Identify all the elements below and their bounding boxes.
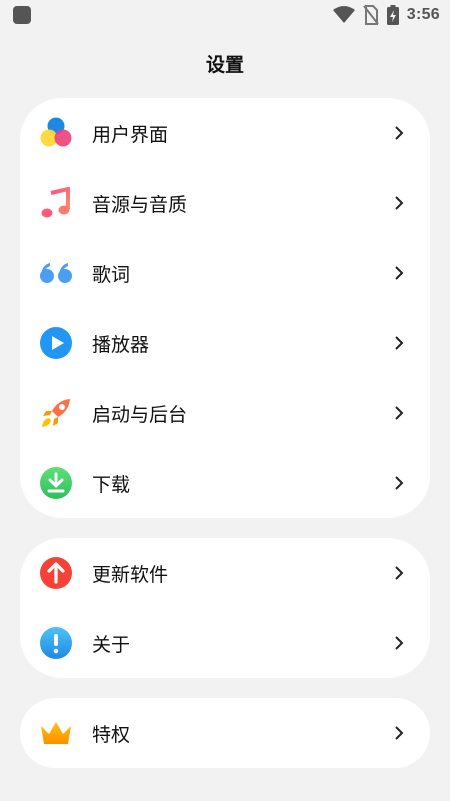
settings-item-label: 关于	[92, 633, 131, 656]
settings-item-ui[interactable]: 用户界面	[20, 98, 430, 168]
settings-card-about: 更新软件 关于	[20, 538, 430, 678]
chevron-right-icon	[395, 636, 404, 650]
music-note-icon	[38, 185, 74, 221]
rocket-icon	[38, 395, 74, 431]
settings-item-player[interactable]: 播放器	[20, 308, 430, 378]
status-bar: 3:56	[0, 0, 450, 32]
play-icon	[38, 325, 74, 361]
settings-item-audio-source[interactable]: 音源与音质	[20, 168, 430, 238]
settings-item-label: 启动与后台	[92, 403, 188, 426]
status-icons: 3:56	[332, 4, 440, 26]
quote-icon	[38, 255, 74, 291]
settings-card-privilege: 特权	[20, 698, 430, 768]
settings-card-main: 用户界面 音源与音质 歌词 播放器 启动与后台 下载	[20, 98, 430, 518]
crown-icon	[38, 715, 74, 751]
settings-item-lyrics[interactable]: 歌词	[20, 238, 430, 308]
chevron-right-icon	[395, 196, 404, 210]
settings-item-update[interactable]: 更新软件	[20, 538, 430, 608]
chevron-right-icon	[395, 406, 404, 420]
wifi-icon	[332, 6, 355, 23]
settings-item-label: 下载	[92, 473, 131, 496]
settings-item-startup-background[interactable]: 启动与后台	[20, 378, 430, 448]
settings-item-label: 音源与音质	[92, 193, 188, 216]
chevron-right-icon	[395, 266, 404, 280]
settings-item-about[interactable]: 关于	[20, 608, 430, 678]
info-icon	[38, 625, 74, 661]
settings-item-label: 特权	[92, 723, 131, 746]
settings-item-download[interactable]: 下载	[20, 448, 430, 518]
page-title: 设置	[205, 54, 244, 76]
chevron-right-icon	[395, 126, 404, 140]
no-sim-icon	[362, 5, 379, 25]
download-icon	[38, 465, 74, 501]
chevron-right-icon	[395, 336, 404, 350]
chevron-right-icon	[395, 566, 404, 580]
settings-item-label: 用户界面	[92, 123, 169, 146]
settings-item-privilege[interactable]: 特权	[20, 698, 430, 768]
settings-item-label: 更新软件	[92, 563, 169, 586]
settings-item-label: 播放器	[92, 333, 150, 356]
palette-icon	[38, 115, 74, 151]
chevron-right-icon	[395, 726, 404, 740]
chevron-right-icon	[395, 476, 404, 490]
settings-item-label: 歌词	[92, 263, 131, 286]
notification-app-icon	[13, 6, 31, 24]
clock: 3:56	[406, 6, 440, 23]
battery-charging-icon	[386, 5, 399, 25]
update-arrow-icon	[38, 555, 74, 591]
